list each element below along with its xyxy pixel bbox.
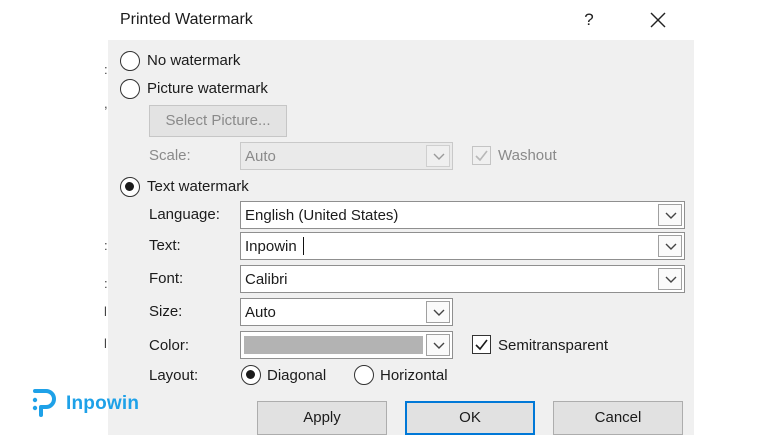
diagonal-radio[interactable] [241,365,261,385]
font-dropdown[interactable]: Calibri [240,265,685,293]
inpowin-logo-text: Inpowin [66,393,140,414]
washout-checkbox[interactable] [472,146,491,165]
text-watermark-label[interactable]: Text watermark [147,178,249,195]
picture-watermark-radio[interactable] [120,79,140,99]
scale-label: Scale: [149,147,191,164]
dialog-title: Printed Watermark [120,11,253,28]
scale-dropdown[interactable]: Auto [240,142,453,170]
washout-label: Washout [498,147,557,164]
text-value[interactable]: Inpowin [245,238,297,255]
picture-watermark-label[interactable]: Picture watermark [147,80,268,97]
close-icon [650,12,666,28]
text-watermark-radio[interactable] [120,177,140,197]
color-swatch [244,336,423,354]
select-picture-button[interactable]: Select Picture... [149,105,287,137]
radio-selected-dot [125,182,134,191]
layout-label: Layout: [149,367,199,384]
language-value: English (United States) [245,207,399,224]
checkmark-icon [475,339,488,351]
chevron-down-icon [433,153,445,160]
size-value: Auto [245,304,276,321]
language-dropdown-arrow[interactable] [658,204,682,226]
language-label: Language: [149,206,220,223]
radio-selected-dot [246,370,255,379]
size-label: Size: [149,303,183,320]
language-dropdown[interactable]: English (United States) [240,201,685,229]
inpowin-watermark-logo: Inpowin [32,388,162,418]
chevron-down-icon [665,243,677,250]
semitransparent-checkbox[interactable] [472,335,491,354]
size-dropdown[interactable]: Auto [240,298,453,326]
checkmark-icon [475,150,488,162]
no-watermark-label[interactable]: No watermark [147,52,240,69]
inpowin-logo-icon [32,389,56,417]
font-dropdown-arrow[interactable] [658,268,682,290]
printed-watermark-dialog: Printed Watermark ? No watermark Picture… [108,0,694,435]
diagonal-label[interactable]: Diagonal [267,367,326,384]
semitransparent-label[interactable]: Semitransparent [498,337,608,354]
chevron-down-icon [433,342,445,349]
background-page [0,0,108,435]
dialog-titlebar: Printed Watermark ? [108,0,694,40]
help-button[interactable]: ? [576,6,602,34]
text-combobox[interactable]: Inpowin [240,232,685,260]
horizontal-radio[interactable] [354,365,374,385]
ok-button[interactable]: OK [405,401,535,435]
text-cursor [303,237,304,255]
color-dropdown-arrow[interactable] [426,334,450,356]
font-label: Font: [149,270,184,287]
text-dropdown-arrow[interactable] [658,235,682,257]
scale-dropdown-arrow[interactable] [426,145,450,167]
color-dropdown[interactable] [240,331,453,359]
font-value: Calibri [245,271,288,288]
close-button[interactable] [644,6,672,34]
cancel-button[interactable]: Cancel [553,401,683,435]
apply-button[interactable]: Apply [257,401,387,435]
background-text-fragment: l [104,304,107,319]
chevron-down-icon [665,212,677,219]
horizontal-label[interactable]: Horizontal [380,367,448,384]
text-label: Text: [149,237,181,254]
no-watermark-radio[interactable] [120,51,140,71]
scale-value: Auto [245,148,276,165]
background-text-fragment: l [104,336,107,351]
size-dropdown-arrow[interactable] [426,301,450,323]
color-label: Color: [149,337,190,354]
chevron-down-icon [665,276,677,283]
chevron-down-icon [433,309,445,316]
